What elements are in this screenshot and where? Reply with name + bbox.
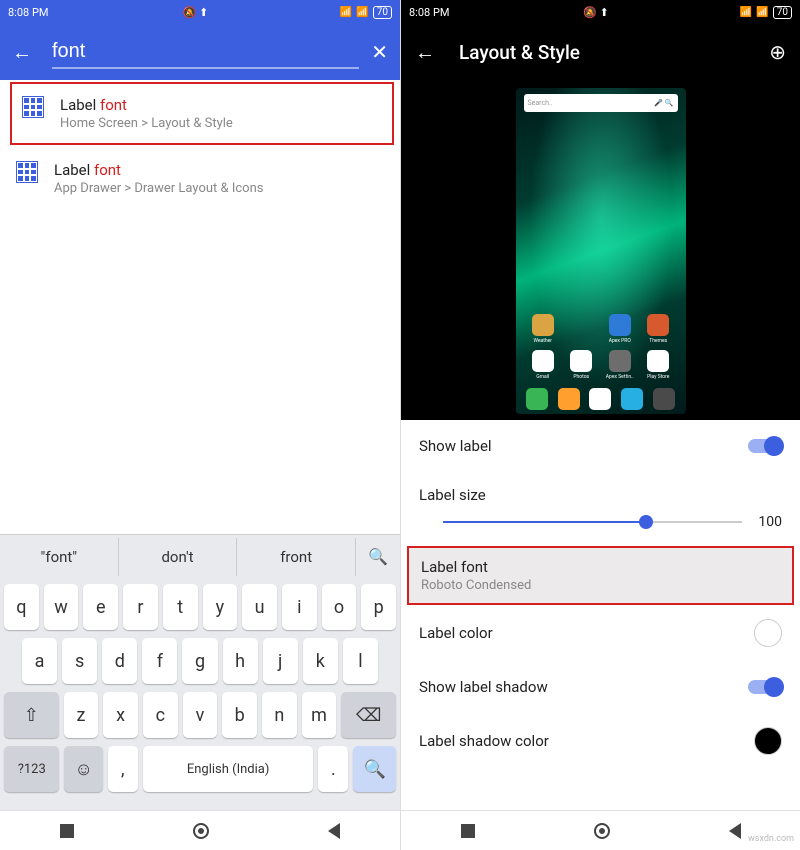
key-b[interactable]: b	[222, 692, 257, 738]
suggestion-1[interactable]: don't	[119, 538, 238, 576]
search-header: ← ✕	[0, 24, 400, 80]
key-z[interactable]: z	[64, 692, 99, 738]
page-title: Layout & Style	[459, 41, 769, 64]
mini-search-bar: Search..🎤 🔍	[524, 94, 678, 112]
key-u[interactable]: u	[242, 584, 277, 630]
signal-icon: 📶	[356, 7, 368, 18]
shift-key[interactable]: ⇧	[4, 692, 59, 738]
status-time: 8:08 PM	[409, 6, 449, 19]
key-r[interactable]: r	[123, 584, 158, 630]
android-nav	[0, 810, 400, 850]
key-t[interactable]: t	[163, 584, 198, 630]
android-nav	[401, 810, 800, 850]
key-a[interactable]: a	[22, 638, 57, 684]
watermark: wsxdn.com	[748, 834, 794, 844]
clear-icon[interactable]: ✕	[371, 40, 388, 64]
setting-show-shadow[interactable]: Show label shadow	[401, 661, 800, 713]
result-path: App Drawer > Drawer Layout & Icons	[54, 181, 263, 196]
slider[interactable]: 100	[443, 512, 782, 532]
key-i[interactable]: i	[282, 584, 317, 630]
home-preview: Search..🎤 🔍 WeatherApex PROThemesGmailPh…	[401, 80, 800, 420]
toggle-on-icon[interactable]	[748, 439, 782, 453]
status-icons: 📶 📶 70	[740, 6, 792, 19]
setting-label-color[interactable]: Label color	[401, 605, 800, 661]
wifi-icon: 📶	[740, 7, 752, 18]
key-f[interactable]: f	[142, 638, 177, 684]
recents-button[interactable]	[60, 824, 74, 838]
toggle-on-icon[interactable]	[748, 680, 782, 694]
battery-icon: 70	[373, 6, 392, 19]
grid-icon	[22, 96, 44, 118]
key-x[interactable]: x	[103, 692, 138, 738]
back-icon[interactable]: ←	[415, 40, 435, 65]
backspace-key[interactable]: ⌫	[341, 692, 396, 738]
magnify-icon[interactable]: ⊕	[769, 40, 786, 64]
search-result-1[interactable]: Label font App Drawer > Drawer Layout & …	[0, 147, 400, 210]
setting-label-size[interactable]: Label size 100	[401, 472, 800, 546]
setting-label-font[interactable]: Label font Roboto Condensed	[407, 546, 794, 605]
symbols-key[interactable]: ?123	[4, 746, 59, 792]
search-results: Label font Home Screen > Layout & Style …	[0, 80, 400, 534]
result-title: Label font	[60, 96, 233, 114]
result-path: Home Screen > Layout & Style	[60, 116, 233, 131]
key-l[interactable]: l	[343, 638, 378, 684]
key-p[interactable]: p	[361, 584, 396, 630]
comma-key[interactable]: ,	[108, 746, 138, 792]
search-result-0[interactable]: Label font Home Screen > Layout & Style	[10, 82, 394, 145]
key-e[interactable]: e	[83, 584, 118, 630]
status-bar: 8:08 PM 🔕 ⬆ 📶📶 70	[0, 0, 400, 24]
status-time: 8:08 PM	[8, 6, 48, 19]
color-swatch[interactable]	[754, 619, 782, 647]
back-button[interactable]	[729, 823, 741, 839]
key-k[interactable]: k	[303, 638, 338, 684]
status-bar: 8:08 PM 🔕 ⬆ 📶📶 70	[401, 0, 800, 24]
search-icon[interactable]: 🔍	[356, 547, 400, 566]
key-s[interactable]: s	[62, 638, 97, 684]
status-icons: 📶 📶 70	[340, 6, 392, 19]
home-button[interactable]	[594, 823, 610, 839]
battery-icon: 70	[773, 6, 792, 19]
key-v[interactable]: v	[183, 692, 218, 738]
keyboard: qwertyuiop asdfghjkl ⇧ zxcvbnm ⌫ ?123 ☺ …	[0, 578, 400, 810]
key-m[interactable]: m	[302, 692, 337, 738]
emoji-key[interactable]: ☺	[64, 746, 102, 792]
phone-left: 8:08 PM 🔕 ⬆ 📶📶 70 ← ✕ Label font Home Sc…	[0, 0, 400, 850]
settings-list: Show label Label size 100 Label font Rob…	[401, 420, 800, 810]
wifi-icon: 📶	[340, 7, 352, 18]
title-header: ← Layout & Style ⊕	[401, 24, 800, 80]
mini-homescreen: Search..🎤 🔍 WeatherApex PROThemesGmailPh…	[516, 88, 686, 414]
keyboard-suggestions: "font" don't front 🔍	[0, 534, 400, 578]
key-h[interactable]: h	[223, 638, 258, 684]
period-key[interactable]: .	[318, 746, 348, 792]
key-y[interactable]: y	[203, 584, 238, 630]
search-input[interactable]	[52, 36, 359, 69]
signal-icon: 📶	[756, 7, 768, 18]
key-q[interactable]: q	[4, 584, 39, 630]
key-j[interactable]: j	[263, 638, 298, 684]
key-c[interactable]: c	[143, 692, 178, 738]
key-n[interactable]: n	[262, 692, 297, 738]
suggestion-2[interactable]: front	[237, 538, 356, 576]
suggestion-0[interactable]: "font"	[0, 538, 119, 576]
key-w[interactable]: w	[44, 584, 79, 630]
home-button[interactable]	[193, 823, 209, 839]
color-swatch[interactable]	[754, 727, 782, 755]
enter-key[interactable]: 🔍	[353, 746, 396, 792]
key-d[interactable]: d	[102, 638, 137, 684]
result-title: Label font	[54, 161, 263, 179]
space-key[interactable]: English (India)	[143, 746, 314, 792]
grid-icon	[16, 161, 38, 183]
back-button[interactable]	[328, 823, 340, 839]
setting-show-label[interactable]: Show label	[401, 420, 800, 472]
recents-button[interactable]	[461, 824, 475, 838]
back-icon[interactable]: ←	[12, 40, 32, 65]
key-g[interactable]: g	[182, 638, 217, 684]
key-o[interactable]: o	[322, 584, 357, 630]
phone-right: 8:08 PM 🔕 ⬆ 📶📶 70 ← Layout & Style ⊕ Sea…	[400, 0, 800, 850]
setting-shadow-color[interactable]: Label shadow color	[401, 713, 800, 769]
